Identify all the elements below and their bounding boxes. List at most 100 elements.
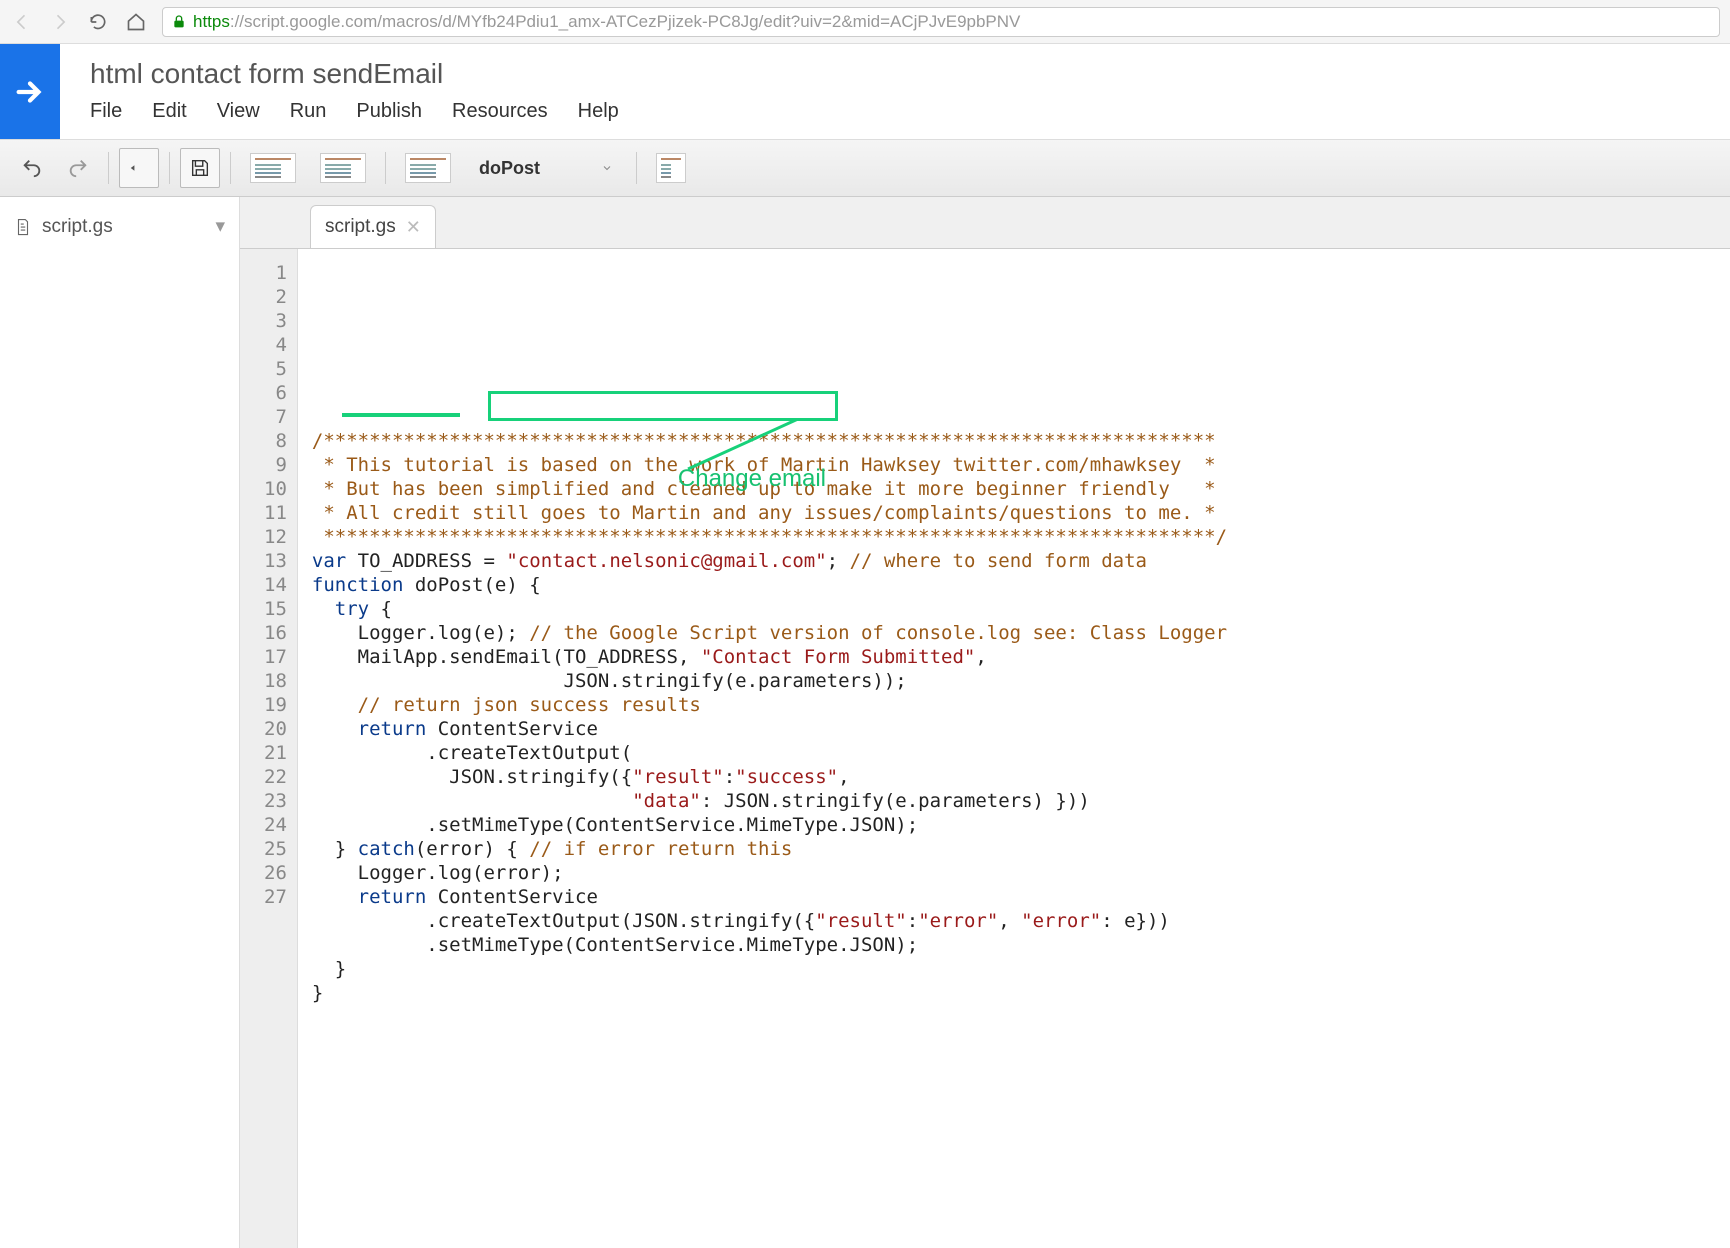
line-number: 7	[264, 405, 287, 429]
line-number: 9	[264, 453, 287, 477]
code-line[interactable]: var TO_ADDRESS = "contact.nelsonic@gmail…	[312, 549, 1227, 573]
code-line[interactable]: ****************************************…	[312, 525, 1227, 549]
redo-button[interactable]	[58, 148, 98, 188]
close-icon[interactable]: ✕	[406, 217, 421, 238]
app-header: html contact form sendEmail File Edit Vi…	[0, 44, 1730, 139]
annotation-underline	[342, 413, 460, 417]
sidebar-file-script[interactable]: script.gs ▾	[0, 205, 239, 248]
menu-view[interactable]: View	[217, 100, 260, 123]
line-number: 26	[264, 861, 287, 885]
line-gutter: 1234567891011121314151617181920212223242…	[240, 249, 298, 1248]
sidebar-file-label: script.gs	[42, 216, 113, 238]
code-area[interactable]: 1234567891011121314151617181920212223242…	[240, 249, 1730, 1248]
editor: script.gs ✕ 1234567891011121314151617181…	[240, 197, 1730, 1248]
menu-edit[interactable]: Edit	[152, 100, 186, 123]
code-line[interactable]: function doPost(e) {	[312, 573, 1227, 597]
tab-label: script.gs	[325, 216, 396, 238]
line-number: 4	[264, 333, 287, 357]
separator	[230, 152, 231, 184]
save-button[interactable]	[180, 148, 220, 188]
debug-step-button[interactable]	[396, 148, 460, 188]
debug-button[interactable]	[311, 148, 375, 188]
line-number: 23	[264, 789, 287, 813]
line-number: 22	[264, 765, 287, 789]
line-number: 18	[264, 669, 287, 693]
main-area: script.gs ▾ script.gs ✕ 1234567891011121…	[0, 197, 1730, 1248]
code-line[interactable]: return ContentService	[312, 885, 1227, 909]
code-line[interactable]: Logger.log(error);	[312, 861, 1227, 885]
menu-run[interactable]: Run	[290, 100, 327, 123]
project-details-button[interactable]	[647, 148, 695, 188]
indent-button[interactable]	[119, 148, 159, 188]
file-sidebar: script.gs ▾	[0, 197, 240, 1248]
line-number: 17	[264, 645, 287, 669]
document-title[interactable]: html contact form sendEmail	[90, 58, 1706, 90]
code-line[interactable]: .setMimeType(ContentService.MimeType.JSO…	[312, 813, 1227, 837]
code-line[interactable]: Logger.log(e); // the Google Script vers…	[312, 621, 1227, 645]
line-number: 1	[264, 261, 287, 285]
line-number: 24	[264, 813, 287, 837]
menu-file[interactable]: File	[90, 100, 122, 123]
back-button[interactable]	[10, 10, 34, 34]
code-line[interactable]: JSON.stringify({"result":"success",	[312, 765, 1227, 789]
undo-button[interactable]	[12, 148, 52, 188]
line-number: 20	[264, 717, 287, 741]
url-text: https://script.google.com/macros/d/MYfb2…	[193, 12, 1020, 32]
tab-bar: script.gs ✕	[240, 197, 1730, 249]
code-line[interactable]: return ContentService	[312, 717, 1227, 741]
home-button[interactable]	[124, 10, 148, 34]
annotation-box	[488, 391, 838, 421]
file-icon	[14, 218, 32, 236]
line-number: 13	[264, 549, 287, 573]
menu-bar: File Edit View Run Publish Resources Hel…	[90, 100, 1706, 123]
line-number: 10	[264, 477, 287, 501]
line-number: 25	[264, 837, 287, 861]
code-line[interactable]: JSON.stringify(e.parameters));	[312, 669, 1227, 693]
code-content[interactable]: Change email /**************************…	[298, 249, 1241, 1248]
function-select-label: doPost	[479, 158, 540, 179]
reload-button[interactable]	[86, 10, 110, 34]
forward-button[interactable]	[48, 10, 72, 34]
line-number: 21	[264, 741, 287, 765]
line-number: 5	[264, 357, 287, 381]
chevron-down-icon	[601, 162, 613, 174]
code-line[interactable]: }	[312, 981, 1227, 1005]
code-line[interactable]: MailApp.sendEmail(TO_ADDRESS, "Contact F…	[312, 645, 1227, 669]
lock-icon	[171, 14, 187, 30]
chevron-down-icon[interactable]: ▾	[215, 215, 225, 238]
function-select[interactable]: doPost	[466, 148, 626, 188]
line-number: 27	[264, 885, 287, 909]
browser-toolbar: https://script.google.com/macros/d/MYfb2…	[0, 0, 1730, 44]
code-line[interactable]: .createTextOutput(JSON.stringify({"resul…	[312, 909, 1227, 933]
code-line[interactable]: "data": JSON.stringify(e.parameters) }))	[312, 789, 1227, 813]
line-number: 2	[264, 285, 287, 309]
toolbar: doPost	[0, 139, 1730, 197]
menu-help[interactable]: Help	[578, 100, 619, 123]
separator	[636, 152, 637, 184]
apps-script-logo[interactable]	[0, 44, 60, 139]
separator	[385, 152, 386, 184]
menu-resources[interactable]: Resources	[452, 100, 548, 123]
line-number: 15	[264, 597, 287, 621]
code-line[interactable]: .setMimeType(ContentService.MimeType.JSO…	[312, 933, 1227, 957]
menu-publish[interactable]: Publish	[356, 100, 422, 123]
code-line[interactable]: }	[312, 957, 1227, 981]
address-bar[interactable]: https://script.google.com/macros/d/MYfb2…	[162, 7, 1720, 37]
line-number: 16	[264, 621, 287, 645]
code-line[interactable]: try {	[312, 597, 1227, 621]
separator	[169, 152, 170, 184]
code-line[interactable]: * This tutorial is based on the work of …	[312, 453, 1227, 477]
run-button[interactable]	[241, 148, 305, 188]
code-line[interactable]: } catch(error) { // if error return this	[312, 837, 1227, 861]
line-number: 8	[264, 429, 287, 453]
line-number: 3	[264, 309, 287, 333]
code-line[interactable]: // return json success results	[312, 693, 1227, 717]
code-line[interactable]: * But has been simplified and cleaned up…	[312, 477, 1227, 501]
code-line[interactable]: /***************************************…	[312, 429, 1227, 453]
code-line[interactable]: * All credit still goes to Martin and an…	[312, 501, 1227, 525]
tab-script[interactable]: script.gs ✕	[310, 205, 436, 248]
code-line[interactable]: .createTextOutput(	[312, 741, 1227, 765]
line-number: 12	[264, 525, 287, 549]
line-number: 6	[264, 381, 287, 405]
separator	[108, 152, 109, 184]
